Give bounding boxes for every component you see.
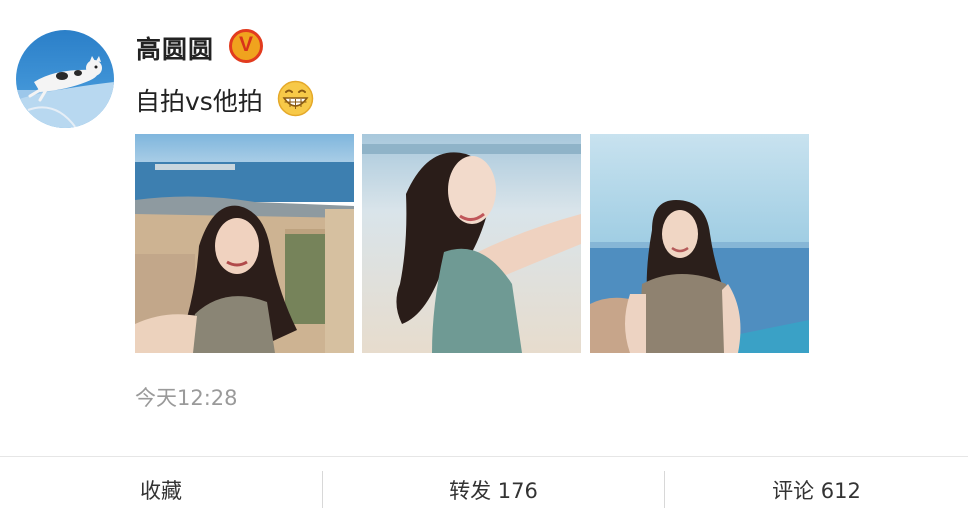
favorite-button[interactable]: 收藏	[0, 457, 322, 508]
post-text: 自拍vs他拍	[135, 87, 263, 116]
author-name[interactable]: 高圆圆	[136, 30, 214, 66]
comment-button[interactable]: 评论 612	[665, 457, 968, 508]
weibo-post: 高圆圆 V 自拍vs他拍 今天12:28 收藏 转发 176 评论 612	[0, 0, 968, 508]
verified-mark: V	[238, 33, 253, 56]
selfie-photo[interactable]	[135, 134, 354, 353]
post-timestamp: 今天12:28	[135, 386, 238, 410]
repost-button[interactable]: 转发 176	[323, 457, 664, 508]
action-bar: 收藏 转发 176 评论 612	[0, 456, 968, 508]
author-avatar[interactable]	[16, 30, 114, 128]
verified-badge-icon: V	[229, 29, 263, 63]
portrait-photo[interactable]	[590, 134, 809, 353]
seaside-photo[interactable]	[362, 134, 581, 353]
grinning-emoji-icon	[277, 80, 314, 117]
